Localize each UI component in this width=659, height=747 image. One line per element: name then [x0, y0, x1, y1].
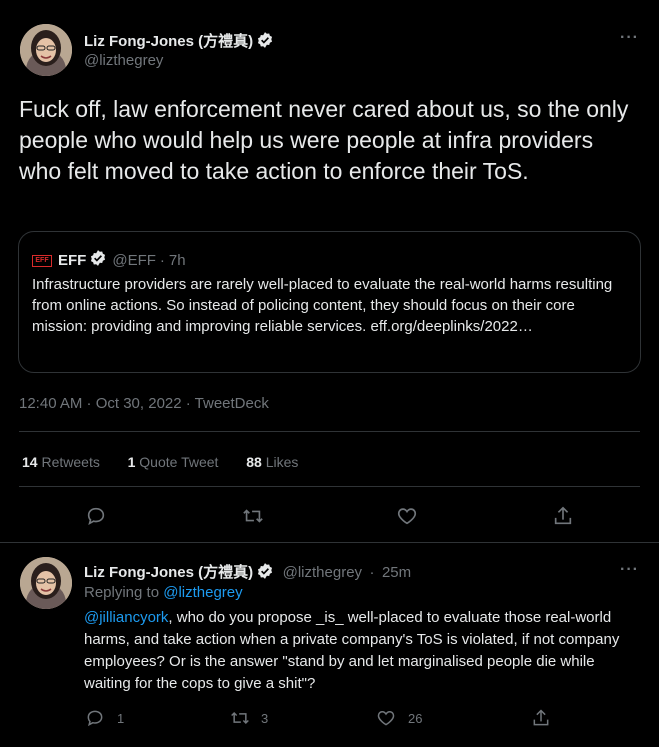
reply-author-name[interactable]: Liz Fong-Jones (方禮真) — [84, 564, 253, 581]
retweet-count: 3 — [261, 710, 269, 726]
separator: · — [159, 252, 165, 269]
like-count: 26 — [408, 710, 423, 726]
reply-text: @jilliancyork, who do you propose _is_ w… — [84, 607, 624, 695]
eff-logo: EFF — [32, 254, 52, 267]
divider — [19, 431, 640, 432]
quote-text: Infrastructure providers are rarely well… — [32, 274, 622, 337]
replying-to-label: Replying to — [84, 584, 160, 601]
reply-author-avatar[interactable] — [20, 557, 72, 609]
retweets-label: Retweets — [41, 454, 100, 470]
author-name-row[interactable]: Liz Fong-Jones (方禮真) — [84, 30, 274, 54]
reply-icon[interactable] — [85, 505, 107, 527]
replying-to: Replying to @lizthegrey — [84, 584, 243, 601]
divider — [19, 486, 640, 487]
divider — [0, 542, 659, 543]
reply-time[interactable]: 25m — [382, 564, 411, 581]
quoted-tweet-card[interactable]: EFF EFF @EFF · 7h Infrastructure provide… — [18, 231, 641, 373]
quote-author-name: EFF — [58, 252, 87, 269]
separator: · — [369, 564, 375, 581]
reply-action-reply[interactable]: 1 — [85, 708, 124, 728]
tweet-stats: 14 Retweets 1 Quote Tweet 88 Likes — [22, 454, 298, 470]
reply-icon[interactable] — [85, 708, 105, 728]
reply-action-like[interactable]: 26 — [376, 708, 422, 728]
reply-header: Liz Fong-Jones (方禮真) @lizthegrey · 25m — [84, 561, 411, 585]
reply-action-share[interactable] — [531, 708, 551, 728]
likes-count: 88 — [246, 454, 262, 470]
quote-link: eff.org/deeplinks/2022… — [370, 318, 533, 335]
quote-time: 7h — [168, 252, 186, 269]
reply-count: 1 — [117, 710, 125, 726]
share-icon[interactable] — [552, 505, 574, 527]
retweets-count: 14 — [22, 454, 38, 470]
reply-action-retweet[interactable]: 3 — [229, 708, 268, 728]
mention-link[interactable]: @jilliancyork — [84, 609, 168, 626]
author-name[interactable]: Liz Fong-Jones (方禮真) — [84, 33, 253, 50]
likes-label: Likes — [265, 454, 299, 470]
replying-to-link[interactable]: @lizthegrey — [163, 584, 242, 601]
like-icon[interactable] — [376, 708, 396, 728]
tweet-text: Fuck off, law enforcement never cared ab… — [19, 96, 629, 184]
verified-badge-icon — [256, 562, 274, 585]
reply-author-handle[interactable]: @lizthegrey — [283, 564, 362, 581]
author-handle[interactable]: @lizthegrey — [84, 52, 163, 69]
retweet-icon[interactable] — [229, 708, 251, 728]
likes-stat[interactable]: 88 Likes — [246, 454, 298, 470]
more-options-icon[interactable]: ··· — [620, 561, 639, 579]
verified-badge-icon — [89, 249, 107, 272]
more-options-icon[interactable]: ··· — [620, 29, 639, 47]
author-avatar[interactable] — [20, 24, 72, 76]
verified-badge-icon — [256, 31, 274, 54]
tweet-timestamp[interactable]: 12:40 AM · Oct 30, 2022 · TweetDeck — [19, 395, 269, 412]
eff-logo-text: EFF — [35, 256, 49, 264]
retweets-stat[interactable]: 14 Retweets — [22, 454, 100, 470]
share-icon[interactable] — [531, 708, 551, 728]
quotes-stat[interactable]: 1 Quote Tweet — [128, 454, 219, 470]
quotes-count: 1 — [127, 454, 136, 470]
like-icon[interactable] — [396, 505, 418, 527]
retweet-icon[interactable] — [241, 505, 265, 527]
quotes-label: Quote Tweet — [139, 454, 219, 470]
quote-author-handle: @EFF — [112, 252, 156, 269]
